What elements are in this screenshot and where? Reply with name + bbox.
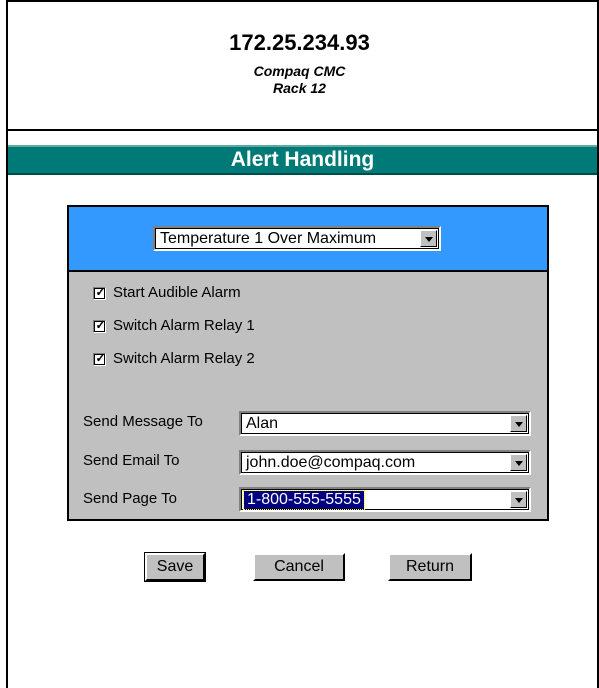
chevron-down-icon[interactable] (420, 230, 437, 247)
alert-select-header: Temperature 1 Over Maximum (69, 207, 547, 272)
send-email-label: Send Email To (83, 452, 180, 469)
send-page-value: 1-800-555-5555 (243, 490, 365, 510)
checkmark-icon: ✓ (95, 318, 106, 332)
return-button[interactable]: Return (388, 553, 472, 581)
checkmark-icon: ✓ (95, 351, 106, 365)
checkbox-label: Switch Alarm Relay 1 (113, 317, 255, 334)
cancel-button[interactable]: Cancel (253, 553, 345, 581)
checkbox-switch-alarm-relay-1[interactable]: ✓ (93, 318, 106, 333)
rack-name: Rack 12 (273, 80, 326, 96)
page-title: Alert Handling (230, 148, 375, 171)
chevron-down-icon[interactable] (510, 491, 527, 508)
checkbox-label: Start Audible Alarm (113, 284, 241, 301)
alert-type-value: Temperature 1 Over Maximum (160, 230, 377, 247)
checkbox-switch-alarm-relay-2[interactable]: ✓ (93, 351, 106, 366)
header-divider (6, 129, 599, 131)
title-bar: Alert Handling (8, 145, 597, 175)
send-page-select[interactable]: 1-800-555-5555 (239, 487, 531, 512)
alert-type-select[interactable]: Temperature 1 Over Maximum (153, 226, 441, 251)
checkbox-label: Switch Alarm Relay 2 (113, 350, 255, 367)
checkmark-icon: ✓ (95, 285, 106, 299)
send-page-label: Send Page To (83, 490, 177, 507)
send-message-label: Send Message To (83, 413, 203, 430)
send-message-select[interactable]: Alan (239, 411, 531, 436)
chevron-down-icon[interactable] (510, 454, 527, 471)
device-ip: 172.25.234.93 (229, 30, 370, 55)
device-name: Compaq CMC (253, 63, 346, 79)
save-button[interactable]: Save (144, 552, 206, 582)
send-message-value: Alan (246, 415, 279, 432)
top-border (6, 0, 599, 2)
alert-panel: Temperature 1 Over Maximum ✓ Start Audib… (67, 205, 549, 521)
checkbox-start-audible-alarm[interactable]: ✓ (93, 285, 106, 300)
chevron-down-icon[interactable] (510, 415, 527, 432)
send-email-value: john.doe@compaq.com (246, 454, 416, 471)
send-email-select[interactable]: john.doe@compaq.com (239, 450, 531, 475)
